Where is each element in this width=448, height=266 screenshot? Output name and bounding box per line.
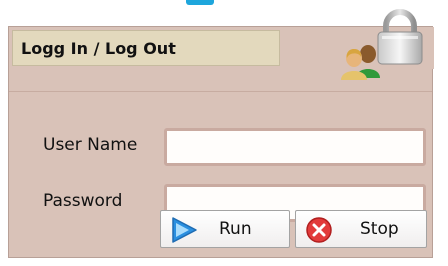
password-label: Password: [43, 191, 123, 211]
top-accent-bar: [186, 0, 214, 5]
run-button[interactable]: Run: [160, 210, 290, 248]
username-label: User Name: [43, 135, 138, 155]
username-input[interactable]: [164, 128, 426, 166]
play-arrow-icon: [172, 217, 197, 243]
panel-title-tab: Logg In / Log Out: [12, 30, 280, 66]
run-button-label: Run: [219, 219, 252, 239]
panel-title: Logg In / Log Out: [21, 38, 176, 58]
username-row: User Name: [9, 127, 434, 167]
stop-x-icon: [306, 217, 332, 243]
users-icon: [341, 45, 380, 80]
header-divider: [9, 91, 432, 92]
stop-button[interactable]: Stop: [295, 210, 427, 248]
stop-button-label: Stop: [360, 219, 399, 239]
